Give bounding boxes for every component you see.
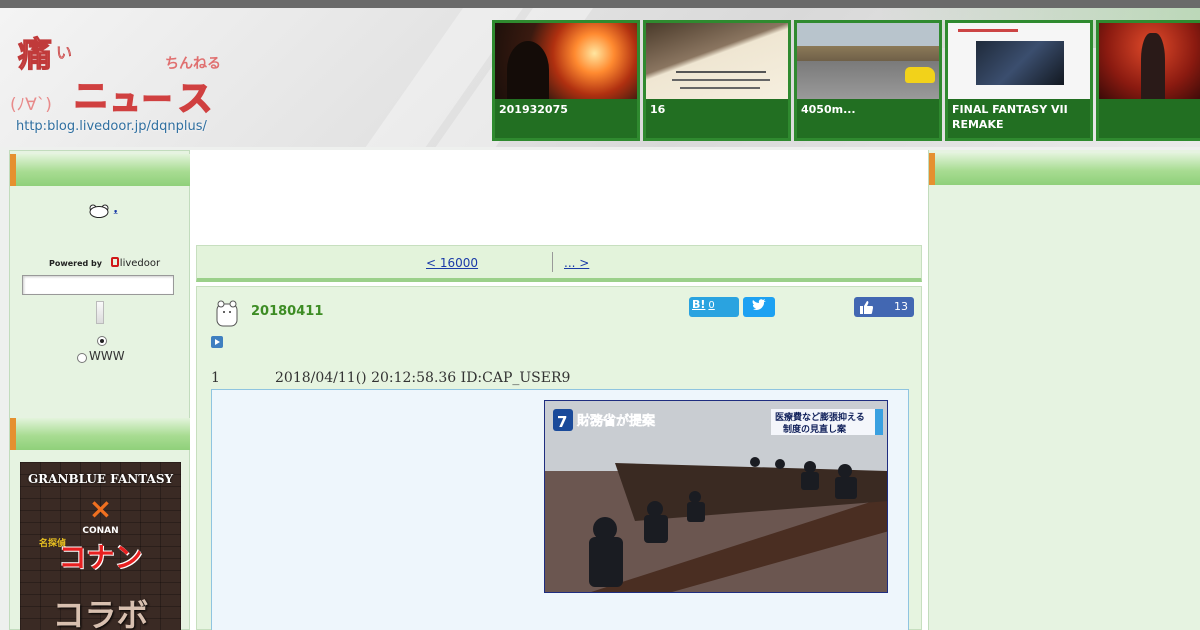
right-sidebar xyxy=(928,150,1200,630)
play-icon[interactable] xyxy=(211,336,223,348)
logo-char: ニ xyxy=(74,77,108,117)
pager: < 16000 ... > xyxy=(196,245,922,282)
livedoor-logo: livedoor xyxy=(110,257,161,269)
logo-char: ュ xyxy=(110,83,140,118)
sidebar-heading xyxy=(10,154,191,186)
powered-by-livedoor: Powered by livedoor xyxy=(49,257,160,269)
livedoor-mark-icon xyxy=(110,257,119,267)
thumbnail-card[interactable]: 201932075 xyxy=(492,20,640,141)
page: 痛 い ちんねる (ﾉ∀`) ニ ュ ー ス http:blog.livedoo… xyxy=(0,0,1200,630)
news-image: 7 財務省が提案 医療費など膨張抑える 制度の見直し案 xyxy=(544,400,888,593)
thumbnail-caption: 201932075 xyxy=(495,99,637,138)
banner-line: GRANBLUE FANTASY xyxy=(27,472,174,486)
facebook-like-button[interactable]: 13 xyxy=(854,297,914,317)
post-body: 7 財務省が提案 医療費など膨張抑える 制度の見直し案 xyxy=(211,389,909,630)
image-caption-right: 医療費など膨張抑える xyxy=(775,411,865,423)
channel-badge: 7 xyxy=(557,413,567,431)
thumbnail-card[interactable]: 16 xyxy=(643,20,791,141)
like-count: 13 xyxy=(894,300,908,313)
banner-line: コラボ xyxy=(52,596,149,630)
bear-icon[interactable]: ᴥ xyxy=(88,204,118,218)
banner-line: CONAN xyxy=(82,526,119,536)
search-scope-www-radio[interactable] xyxy=(77,353,87,363)
post-date-id: 2018/04/11() 20:12:58.36 ID:CAP_USER9 xyxy=(275,370,571,386)
banner-line: コナン xyxy=(58,541,143,574)
thumbnail-caption: FINAL FANTASY VII REMAKE xyxy=(948,99,1090,138)
thumbnail-card[interactable] xyxy=(1096,20,1200,141)
logo-char: い xyxy=(56,43,72,62)
post-meta: 1 2018/04/11() 20:12:58.36 ID:CAP_USER9 xyxy=(211,370,570,386)
logo-url: http:blog.livedoor.jp/dqnplus/ xyxy=(16,119,207,134)
logo-mark: 痛 い ちんねる (ﾉ∀`) ニ ュ ー ス xyxy=(10,34,221,120)
www-label: WWW xyxy=(89,349,125,363)
site-header: 痛 い ちんねる (ﾉ∀`) ニ ュ ー ス http:blog.livedoo… xyxy=(0,0,1200,147)
logo-char: 痛 xyxy=(18,35,52,75)
main-content: < 16000 ... > 20180411 B! 0 13 1 2018/04… xyxy=(190,150,928,630)
image-caption-left: 財務省が提案 xyxy=(576,413,656,429)
thumbnail-card[interactable]: 4050m... xyxy=(794,20,942,141)
highway-car-photo-icon xyxy=(797,23,939,99)
game-screenshot-photo-icon xyxy=(948,23,1090,99)
thumbnail-caption: 4050m... xyxy=(797,99,939,138)
res-number: 1 xyxy=(211,370,220,386)
explosion-photo-icon xyxy=(495,23,637,99)
banner-line: × xyxy=(88,492,113,525)
next-page-link[interactable]: ... > xyxy=(564,256,589,270)
logo-char: ス xyxy=(178,79,212,119)
image-caption-right: 制度の見直し案 xyxy=(783,423,847,435)
thumbnail-card[interactable]: FINAL FANTASY VII REMAKE xyxy=(945,20,1093,141)
collab-banner[interactable]: GRANBLUE FANTASY × CONAN 名探偵 コナン コラボ xyxy=(20,462,181,630)
tweet-button[interactable] xyxy=(743,297,775,317)
paper-note-photo-icon xyxy=(646,23,788,99)
logo-face: (ﾉ∀`) xyxy=(10,95,52,115)
prev-page-link[interactable]: < 16000 xyxy=(426,256,478,270)
sidebar-heading xyxy=(929,153,1200,185)
hatena-count: 0 xyxy=(708,300,715,311)
pager-separator xyxy=(552,252,553,272)
sidebar-heading xyxy=(10,418,191,450)
logo-subtitle: ちんねる xyxy=(165,56,221,72)
hatena-bookmark-button[interactable]: B! 0 xyxy=(689,297,739,317)
guitarist-photo-icon xyxy=(1099,23,1200,99)
logo-char: ー xyxy=(142,83,172,118)
search-scope-blog-radio[interactable] xyxy=(97,336,107,346)
bear-link-text: ᴥ xyxy=(113,208,118,216)
livedoor-text: livedoor xyxy=(119,258,161,269)
post-title: 20180411 xyxy=(251,304,324,319)
left-sidebar: ᴥ Powered by livedoor WWW GRANBLUE FANTA… xyxy=(9,150,191,630)
bear-face-icon xyxy=(89,204,109,218)
thumbnail-caption xyxy=(1099,99,1200,138)
meeting-room-photo: 7 財務省が提案 医療費など膨張抑える 制度の見直し案 xyxy=(545,401,887,592)
thumbs-up-icon xyxy=(860,301,873,314)
bear-avatar-icon xyxy=(216,300,238,327)
powered-by-label: Powered by xyxy=(49,259,102,268)
search-input[interactable] xyxy=(22,275,174,295)
twitter-bird-icon xyxy=(752,299,766,310)
search-button[interactable] xyxy=(96,301,104,324)
hatena-label: B! xyxy=(692,298,706,311)
article: 20180411 B! 0 13 1 2018/04/11() 20:12:58.3… xyxy=(196,286,922,630)
thumbnail-caption: 16 xyxy=(646,99,788,138)
